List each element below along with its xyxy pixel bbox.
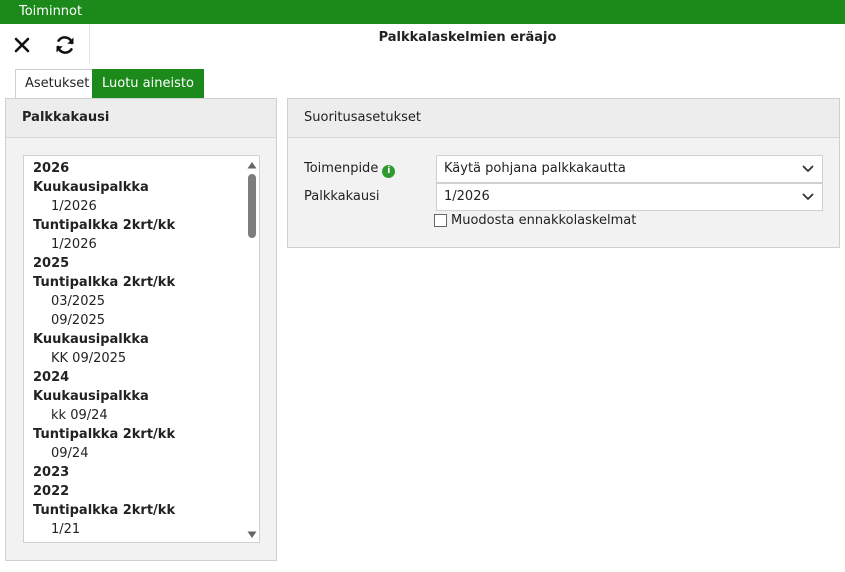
list-item-period[interactable]: 03/2025 <box>24 292 259 311</box>
pay-period-list-items: 2026 Kuukausipalkka 1/2026 Tuntipalkka 2krt… <box>24 156 259 539</box>
refresh-icon <box>56 36 74 54</box>
list-item-pay-type[interactable]: Kuukausipalkka <box>24 178 259 197</box>
scrollbar-thumb[interactable] <box>248 174 256 238</box>
action-select-value: Käytä pohjana palkkakautta <box>444 161 626 176</box>
period-label: Palkkakausi <box>304 189 380 204</box>
close-icon <box>14 37 30 53</box>
pay-period-panel: Palkkakausi 2026 Kuukausipalkka 1/2026 Tunt… <box>5 98 277 561</box>
list-item-period[interactable]: 1/2026 <box>24 197 259 216</box>
list-item-period[interactable]: 1/21 <box>24 520 259 539</box>
toolbar: Palkkalaskelmien eräajo <box>0 24 845 64</box>
list-item-year[interactable]: 2022 <box>24 482 259 501</box>
list-item-pay-type[interactable]: Kuukausipalkka <box>24 330 259 349</box>
scrollbar[interactable] <box>246 157 258 541</box>
list-item-period[interactable]: kk 09/24 <box>24 406 259 425</box>
list-item-pay-type[interactable]: Tuntipalkka 2krt/kk <box>24 216 259 235</box>
info-icon[interactable]: i <box>382 164 396 178</box>
advance-calculations-option[interactable]: Muodosta ennakkolaskelmat <box>434 212 636 228</box>
chevron-down-icon <box>802 165 814 172</box>
scroll-up-button[interactable] <box>246 159 258 171</box>
pay-period-panel-title: Palkkakausi <box>6 99 276 138</box>
action-label-row: Toimenpide i <box>304 161 396 178</box>
toolbar-divider <box>89 24 90 64</box>
list-item-year[interactable]: 2025 <box>24 254 259 273</box>
run-settings-panel-title: Suoritusasetukset <box>288 99 839 138</box>
tab-settings[interactable]: Asetukset <box>15 69 100 98</box>
list-item-pay-type[interactable]: Kuukausipalkka <box>24 387 259 406</box>
tab-generated-material[interactable]: Luotu aineisto <box>92 69 204 98</box>
advance-calculations-checkbox[interactable] <box>434 213 447 227</box>
advance-calculations-label: Muodosta ennakkolaskelmat <box>451 212 637 228</box>
run-settings-panel: Suoritusasetukset Toimenpide i Käytä pohj… <box>287 98 840 248</box>
menu-title[interactable]: Toiminnot <box>19 4 82 20</box>
list-item-year[interactable]: 2024 <box>24 368 259 387</box>
action-label: Toimenpide <box>304 161 379 176</box>
list-item-period[interactable]: 09/24 <box>24 444 259 463</box>
pay-period-list[interactable]: 2026 Kuukausipalkka 1/2026 Tuntipalkka 2krt… <box>23 155 260 543</box>
list-item-period[interactable]: 1/2026 <box>24 235 259 254</box>
chevron-down-icon <box>802 193 814 200</box>
page-title: Palkkalaskelmien eräajo <box>378 30 557 45</box>
period-select[interactable]: 1/2026 <box>436 183 823 211</box>
top-menu-bar: Toiminnot <box>0 0 845 24</box>
list-item-period[interactable]: KK 09/2025 <box>24 349 259 368</box>
list-item-period[interactable]: 09/2025 <box>24 311 259 330</box>
refresh-button[interactable] <box>51 31 79 59</box>
list-item-pay-type[interactable]: Tuntipalkka 2krt/kk <box>24 425 259 444</box>
list-item-pay-type[interactable]: Tuntipalkka 2krt/kk <box>24 501 259 520</box>
scroll-down-button[interactable] <box>246 529 258 541</box>
period-select-value: 1/2026 <box>444 189 490 204</box>
action-select[interactable]: Käytä pohjana palkkakautta <box>436 155 823 183</box>
close-button[interactable] <box>8 31 36 59</box>
scroll-down-icon <box>247 531 257 538</box>
list-item-year[interactable]: 2023 <box>24 463 259 482</box>
list-item-year[interactable]: 2026 <box>24 159 259 178</box>
scroll-up-icon <box>247 162 257 169</box>
list-item-pay-type[interactable]: Tuntipalkka 2krt/kk <box>24 273 259 292</box>
